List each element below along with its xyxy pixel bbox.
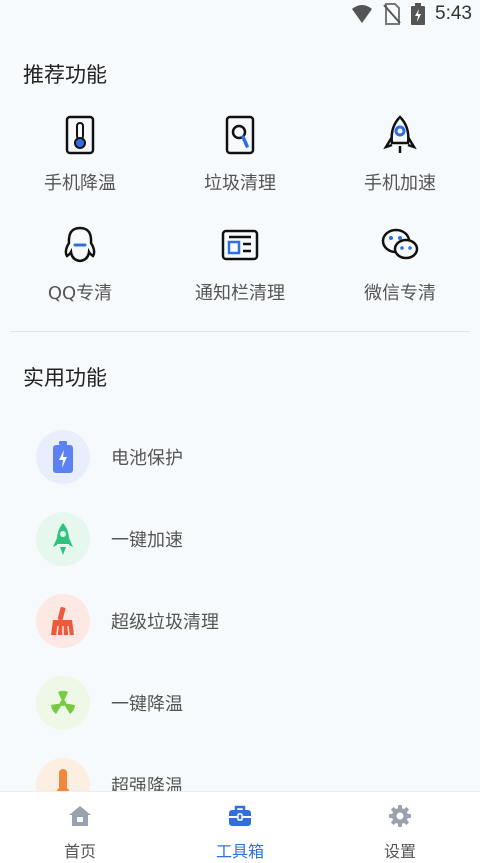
- tab-label: 首页: [63, 842, 96, 861]
- battery-icon-badge: [36, 430, 90, 484]
- rocket-icon-badge: [36, 512, 90, 566]
- feature-label: 手机降温: [44, 173, 116, 194]
- list-item-super-junk-clean[interactable]: 超级垃圾清理: [36, 593, 456, 649]
- tab-home[interactable]: 首页: [0, 792, 160, 863]
- tab-toolbox[interactable]: 工具箱: [160, 792, 320, 863]
- tab-label: 工具箱: [215, 842, 264, 861]
- bottom-nav: 首页 工具箱 设置: [0, 791, 480, 863]
- feature-notification-clean[interactable]: 通知栏清理: [160, 225, 320, 305]
- gear-icon: [389, 805, 411, 827]
- no-sim-icon: [383, 3, 401, 25]
- feature-wechat-clean[interactable]: 微信专清: [320, 225, 480, 305]
- rocket-icon: [383, 115, 417, 153]
- home-icon: [69, 806, 91, 826]
- feature-label: QQ专清: [47, 283, 113, 304]
- feature-qq-clean[interactable]: QQ专清: [0, 225, 160, 305]
- list-item-one-key-cooling[interactable]: 一键降温: [36, 675, 456, 731]
- status-time: 5:43: [435, 3, 472, 24]
- feature-junk-clean[interactable]: 垃圾清理: [160, 115, 320, 195]
- list-item-battery-protect[interactable]: 电池保护: [36, 429, 456, 485]
- broom-icon: [51, 606, 74, 636]
- trash-scan-icon: [225, 115, 255, 155]
- thermometer-icon: [65, 115, 95, 155]
- status-bar: 5:43: [0, 0, 480, 30]
- tab-label: 设置: [383, 842, 416, 861]
- practical-title: 实用功能: [23, 366, 107, 390]
- wifi-icon: [352, 5, 373, 23]
- fan-icon: [51, 690, 75, 714]
- list-item-one-key-boost[interactable]: 一键加速: [36, 511, 456, 567]
- qq-penguin-icon: [64, 226, 96, 263]
- battery-icon: [53, 441, 73, 473]
- tab-settings[interactable]: 设置: [320, 792, 480, 863]
- section-divider: [10, 331, 470, 332]
- fan-icon-badge: [36, 676, 90, 730]
- feature-label: 手机加速: [364, 173, 436, 194]
- feature-phone-boost[interactable]: 手机加速: [320, 115, 480, 195]
- battery-charging-icon: [411, 3, 426, 25]
- feature-label: 通知栏清理: [195, 283, 285, 304]
- list-item-label: 电池保护: [111, 448, 183, 469]
- recommended-title: 推荐功能: [23, 63, 107, 87]
- wechat-icon: [381, 228, 419, 260]
- feature-label: 微信专清: [364, 283, 436, 304]
- toolbox-icon: [229, 805, 251, 826]
- list-item-label: 一键降温: [111, 694, 183, 715]
- broom-icon-badge: [36, 594, 90, 648]
- list-item-label: 超级垃圾清理: [111, 612, 219, 633]
- feature-label: 垃圾清理: [204, 173, 276, 194]
- rocket-icon: [53, 523, 73, 555]
- notification-card-icon: [221, 229, 259, 261]
- feature-phone-cooling[interactable]: 手机降温: [0, 115, 160, 195]
- list-item-label: 一键加速: [111, 530, 183, 551]
